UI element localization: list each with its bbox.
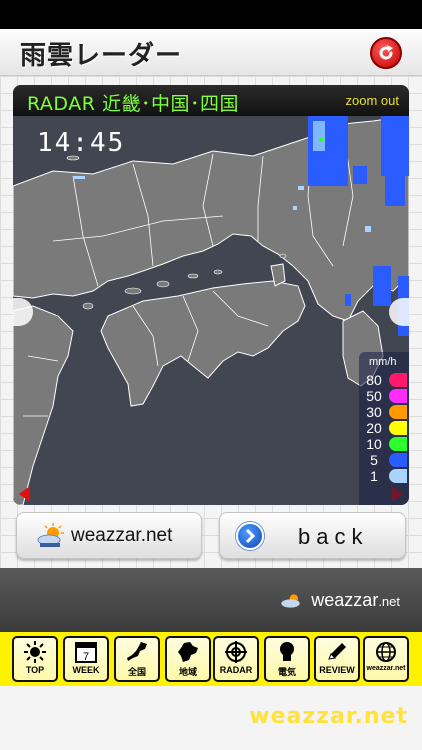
radar-icon — [225, 641, 247, 663]
weazzar-logo-icon — [37, 523, 64, 547]
footer-band: weazzar.net — [0, 568, 422, 632]
weazzar-button-label: weazzar.net — [71, 525, 173, 546]
globe-icon — [376, 642, 396, 662]
radar-panel: RADAR 近畿･中国･四国 zoom out 14:45 mm/h 80 50… — [13, 85, 409, 505]
legend-swatch — [389, 389, 407, 403]
legend-row: 10 — [359, 436, 409, 452]
tab-top[interactable]: TOP — [12, 636, 58, 682]
region-map-icon — [178, 642, 198, 662]
legend-row: 20 — [359, 420, 409, 436]
radar-time: 14:45 — [37, 128, 126, 158]
tab-label: RADAR — [219, 665, 253, 675]
refresh-icon — [379, 45, 393, 60]
legend-label: 1 — [370, 468, 378, 484]
legend-row: 80 — [359, 372, 409, 388]
legend-swatch — [389, 437, 407, 451]
tab-label: 全国 — [127, 667, 146, 677]
legend-swatch — [389, 453, 407, 467]
weazzar-site-button[interactable]: weazzar.net — [16, 512, 202, 559]
tab-radar[interactable]: RADAR — [213, 636, 259, 682]
radar-title: RADAR 近畿･中国･四国 — [27, 93, 239, 115]
main-area: RADAR 近畿･中国･四国 zoom out 14:45 mm/h 80 50… — [0, 76, 422, 568]
legend-label: 10 — [366, 436, 382, 452]
status-bar — [0, 0, 422, 29]
tab-bar: TOP 7 WEEK 全国 地域 RADAR 電気 REVIEW weazzar… — [0, 632, 422, 686]
tab-label: 電気 — [277, 667, 296, 677]
footer-brand-name: weazzar — [311, 590, 379, 610]
legend-unit: mm/h — [369, 356, 397, 368]
legend-label: 80 — [366, 372, 382, 388]
tab-label: REVIEW — [319, 665, 355, 675]
legend-swatch — [389, 469, 407, 483]
tab-weazzar[interactable]: weazzar.net — [363, 636, 409, 682]
arrow-left-icon — [19, 486, 30, 502]
legend-label: 30 — [366, 404, 382, 420]
legend-row: 50 — [359, 388, 409, 404]
radar-map[interactable]: 14:45 mm/h 80 50 30 20 10 5 1 — [13, 116, 409, 505]
rain-legend: mm/h 80 50 30 20 10 5 1 — [359, 352, 409, 505]
bottom-brand: weazzar.net — [249, 704, 408, 729]
refresh-button[interactable] — [370, 37, 402, 69]
legend-row: 5 — [359, 452, 409, 468]
back-button[interactable]: back — [219, 512, 406, 559]
next-area-button[interactable] — [389, 298, 409, 502]
tab-region[interactable]: 地域 — [165, 636, 211, 682]
bottom-area: weazzar.net — [0, 686, 422, 750]
tab-week[interactable]: 7 WEEK — [63, 636, 109, 682]
radar-header: RADAR 近畿･中国･四国 zoom out — [13, 85, 409, 116]
back-button-label: back — [298, 524, 369, 549]
legend-swatch — [389, 373, 407, 387]
map-land — [13, 116, 409, 505]
weazzar-logo-icon — [281, 594, 300, 608]
legend-row: 30 — [359, 404, 409, 420]
legend-swatch — [389, 421, 407, 435]
calendar-day: 7 — [83, 651, 89, 663]
sun-icon — [24, 641, 46, 663]
tab-review[interactable]: REVIEW — [314, 636, 360, 682]
page-title: 雨雲レーダー — [20, 41, 183, 71]
tab-nationwide[interactable]: 全国 — [114, 636, 160, 682]
chevron-right-icon — [236, 522, 264, 550]
footer-brand: weazzar.net — [280, 590, 400, 611]
header-bar: 雨雲レーダー — [0, 29, 422, 76]
tab-label: TOP — [25, 665, 45, 675]
legend-label: 5 — [370, 452, 378, 468]
japan-map-icon — [127, 642, 147, 661]
legend-row: 1 — [359, 468, 409, 484]
legend-label: 20 — [366, 420, 382, 436]
lightbulb-icon — [280, 642, 294, 661]
tab-label: 地域 — [178, 667, 197, 677]
tab-label: WEEK — [72, 665, 100, 675]
tab-label: weazzar.net — [366, 665, 406, 672]
zoom-out-button[interactable]: zoom out — [346, 93, 399, 108]
calendar-icon: 7 — [75, 642, 97, 663]
legend-label: 50 — [366, 388, 382, 404]
legend-swatch — [389, 405, 407, 419]
tab-electricity[interactable]: 電気 — [264, 636, 310, 682]
footer-brand-suffix: .net — [378, 594, 400, 609]
pencil-icon — [328, 643, 346, 660]
